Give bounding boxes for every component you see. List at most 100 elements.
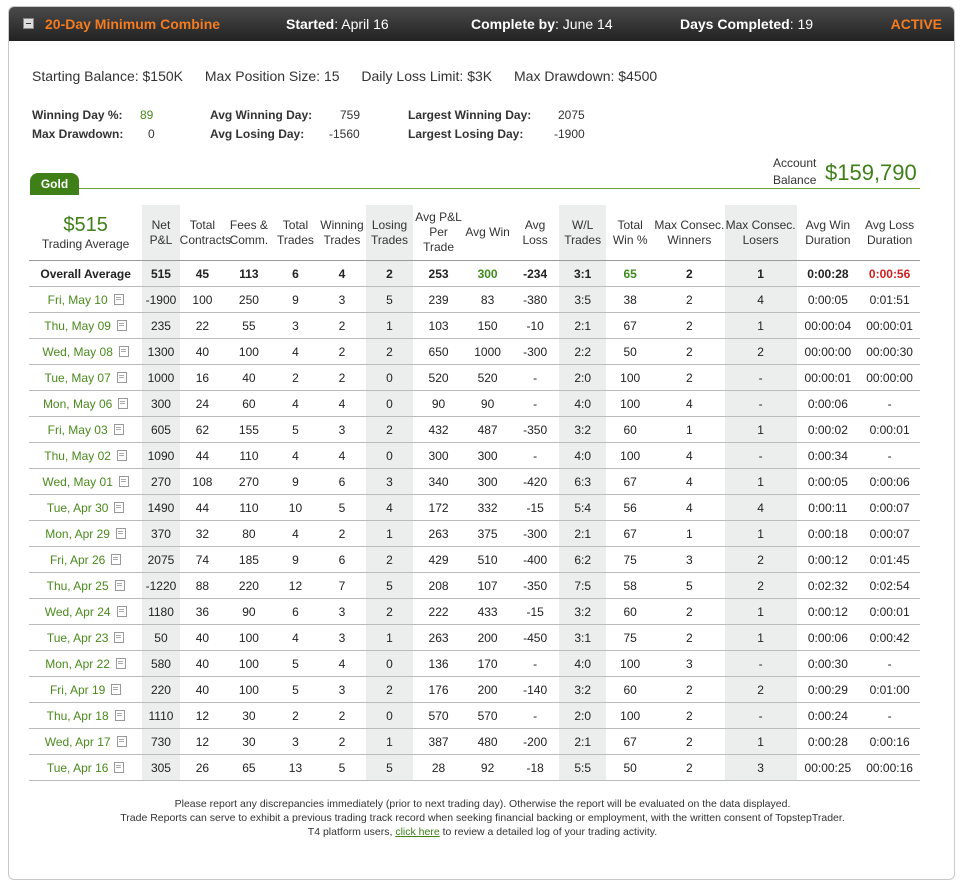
tab-gold[interactable]: Gold xyxy=(30,173,79,195)
report-icon[interactable] xyxy=(116,605,127,617)
table-cell: 2 xyxy=(653,598,725,625)
table-cell: 10 xyxy=(272,494,319,521)
table-cell: 26 xyxy=(179,754,226,781)
table-cell: 1000 xyxy=(142,364,180,391)
row-date[interactable]: Fri, May 03 xyxy=(29,416,143,443)
table-cell: 0:00:05 xyxy=(796,286,860,313)
footer-line-3-pre: T4 platform users, xyxy=(307,826,396,838)
table-cell: 107 xyxy=(463,572,512,599)
table-cell: 3 xyxy=(318,624,366,651)
daily-results-table: $515 Trading Average Net P&L Total Contra… xyxy=(29,205,920,781)
report-icon[interactable] xyxy=(116,449,127,461)
table-row: Wed, May 08 1300 40 100 4 2 2 650 1000 -300 2:2 50 2… xyxy=(29,338,920,365)
table-cell: 1 xyxy=(724,598,797,625)
table-cell: 00:00:16 xyxy=(859,754,920,781)
report-icon[interactable] xyxy=(114,761,125,773)
table-cell: 24 xyxy=(179,390,226,417)
row-date[interactable]: Thu, May 09 xyxy=(29,312,143,339)
report-icon[interactable] xyxy=(116,371,127,383)
row-date[interactable]: Wed, May 01 xyxy=(29,468,143,495)
row-date[interactable]: Fri, Apr 19 xyxy=(29,676,143,703)
max-drawdown-param: Max Drawdown: $4500 xyxy=(514,68,658,84)
table-cell: 6 xyxy=(318,546,366,573)
report-icon[interactable] xyxy=(114,709,125,721)
daily-loss-limit: Daily Loss Limit: $3K xyxy=(361,68,493,84)
table-cell: - xyxy=(724,364,797,391)
date-text: Thu, Apr 25 xyxy=(46,578,109,593)
table-cell: 200 xyxy=(463,676,512,703)
row-date[interactable]: Thu, Apr 25 xyxy=(29,572,143,599)
row-date[interactable]: Fri, Apr 26 xyxy=(29,546,143,573)
report-icon[interactable] xyxy=(111,553,122,565)
collapse-icon[interactable] xyxy=(23,18,34,29)
table-cell: 300 xyxy=(463,468,512,495)
table-cell: 1300 xyxy=(142,338,180,365)
starting-balance: Starting Balance: $150K xyxy=(32,68,183,84)
report-icon[interactable] xyxy=(116,319,127,331)
report-icon[interactable] xyxy=(116,735,127,747)
row-date[interactable]: Wed, Apr 17 xyxy=(29,728,143,755)
report-icon[interactable] xyxy=(118,397,129,409)
table-cell: 510 xyxy=(463,546,512,573)
account-balance-value: $159,790 xyxy=(825,160,917,185)
row-date[interactable]: Tue, May 07 xyxy=(29,364,143,391)
table-cell: -350 xyxy=(511,416,559,443)
row-date[interactable]: Thu, May 02 xyxy=(29,442,143,469)
report-icon[interactable] xyxy=(118,345,129,357)
row-date[interactable]: Tue, Apr 23 xyxy=(29,624,143,651)
table-cell: 1 xyxy=(724,416,797,443)
row-date[interactable]: Thu, Apr 18 xyxy=(29,702,143,729)
table-cell: 100 xyxy=(606,650,654,677)
row-date[interactable]: Wed, May 08 xyxy=(29,338,143,365)
table-cell: -1900 xyxy=(142,286,180,313)
table-cell: 136 xyxy=(413,650,464,677)
report-icon[interactable] xyxy=(113,293,124,305)
table-cell: 1 xyxy=(365,520,414,547)
table-cell: 40 xyxy=(225,364,273,391)
table-cell: 4 xyxy=(724,494,797,521)
table-cell: 4 xyxy=(318,390,366,417)
report-icon[interactable] xyxy=(111,683,122,695)
report-icon[interactable] xyxy=(113,423,124,435)
click-here-link[interactable]: click here xyxy=(395,826,439,838)
report-icon[interactable] xyxy=(118,475,129,487)
table-cell: 6 xyxy=(318,468,366,495)
row-date[interactable]: Mon, Apr 22 xyxy=(29,650,143,677)
row-date[interactable]: Mon, May 06 xyxy=(29,390,143,417)
table-cell: 90 xyxy=(225,598,273,625)
table-cell: 4 xyxy=(653,442,725,469)
report-icon[interactable] xyxy=(115,527,126,539)
report-icon[interactable] xyxy=(114,631,125,643)
table-cell: 00:00:00 xyxy=(796,338,860,365)
report-icon[interactable] xyxy=(115,657,126,669)
table-cell: 1 xyxy=(365,728,414,755)
table-cell: 176 xyxy=(413,676,464,703)
started-value: : April 16 xyxy=(334,16,389,32)
table-cell: - xyxy=(511,364,559,391)
report-icon[interactable] xyxy=(114,579,125,591)
table-cell: 387 xyxy=(413,728,464,755)
row-date[interactable]: Tue, Apr 16 xyxy=(29,754,143,781)
row-date[interactable]: Tue, Apr 30 xyxy=(29,494,143,521)
column-header: Avg Win Duration xyxy=(805,217,851,247)
table-cell: - xyxy=(859,390,920,417)
row-date[interactable]: Fri, May 10 xyxy=(29,286,143,313)
table-cell: 9 xyxy=(272,468,319,495)
table-row: Fri, Apr 26 2075 74 185 9 6 2 429 510 -400 6:2 75 3 2… xyxy=(29,546,920,573)
table-cell: 4 xyxy=(724,286,797,313)
column-header: Total Trades xyxy=(277,217,314,247)
table-cell: 1490 xyxy=(142,494,180,521)
table-cell: - xyxy=(859,442,920,469)
date-text: Tue, Apr 30 xyxy=(46,500,109,515)
table-cell: 30 xyxy=(225,728,273,755)
row-date[interactable]: Wed, Apr 24 xyxy=(29,598,143,625)
trading-average-value: $515 xyxy=(63,214,108,236)
table-cell: 2:1 xyxy=(558,312,607,339)
report-icon[interactable] xyxy=(114,501,125,513)
row-date[interactable]: Mon, Apr 29 xyxy=(29,520,143,547)
table-cell: 12 xyxy=(179,702,226,729)
table-cell: 2 xyxy=(653,624,725,651)
table-cell: 0:00:12 xyxy=(796,546,860,573)
table-cell: 00:00:01 xyxy=(796,364,860,391)
table-cell: 100 xyxy=(225,624,273,651)
